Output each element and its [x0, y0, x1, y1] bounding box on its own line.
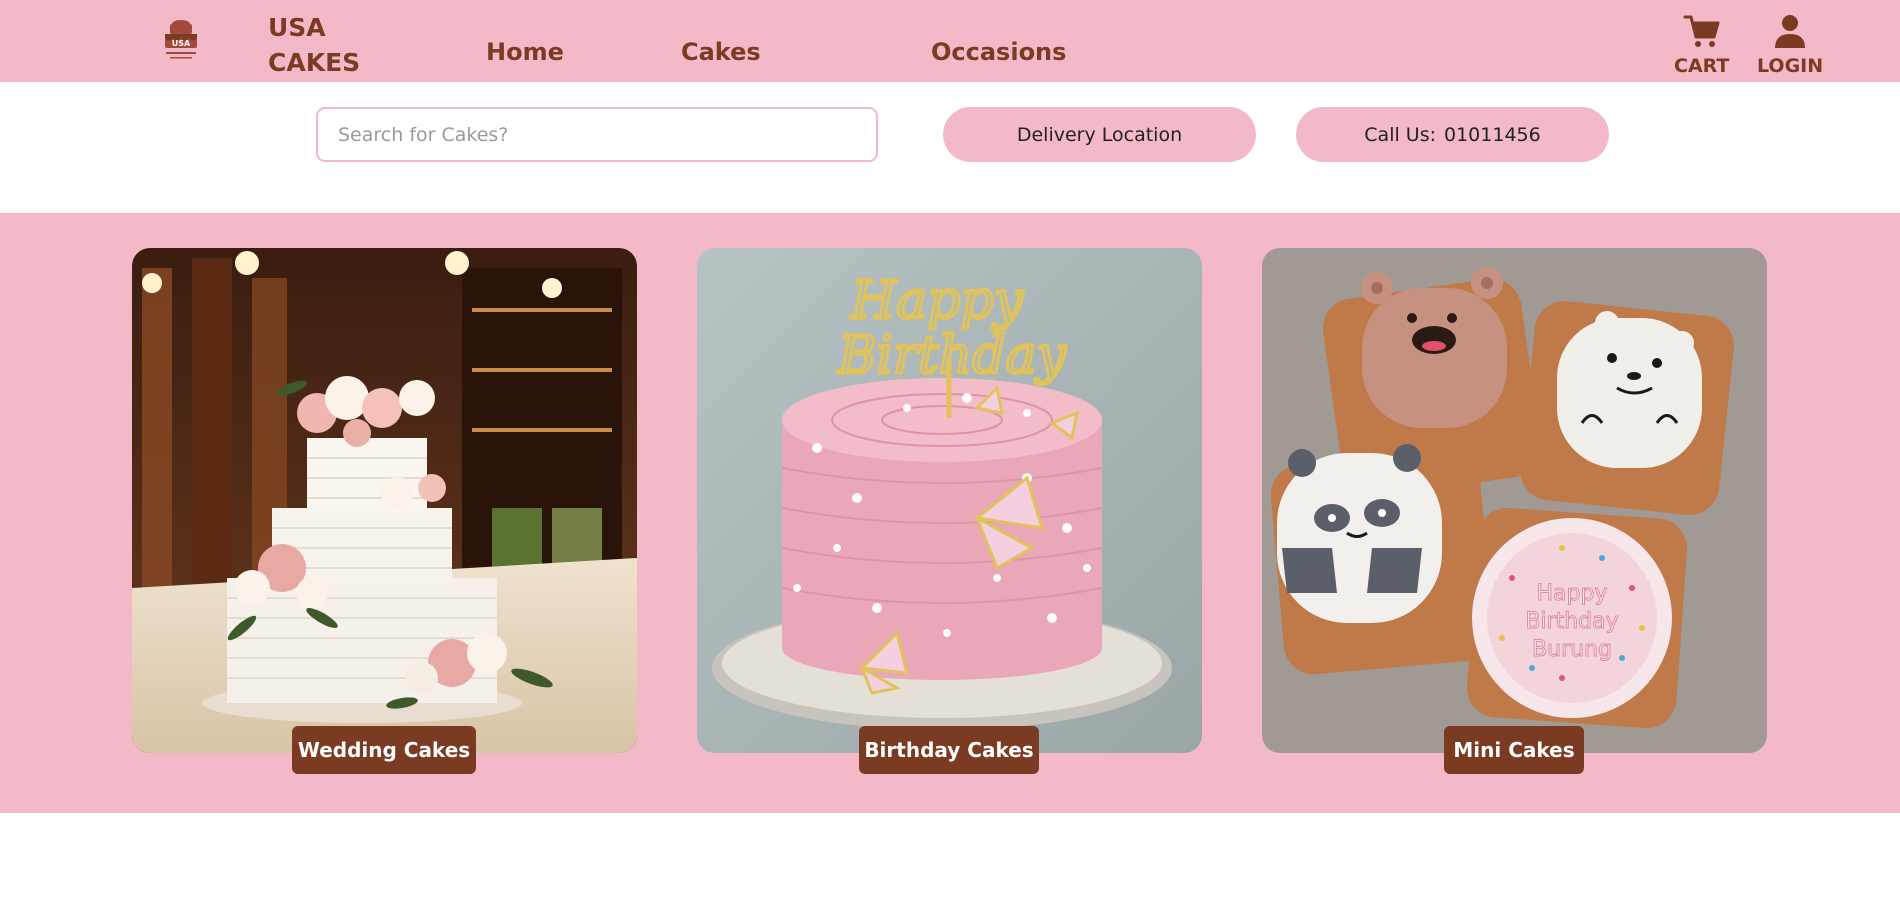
- wedding-cake-image: [132, 248, 637, 753]
- brand-name[interactable]: USA CAKES: [268, 10, 378, 80]
- mini-cakes-card[interactable]: Happy Birthday Burung: [1262, 248, 1767, 753]
- call-us-label: Call Us:: [1364, 123, 1436, 146]
- cart-button[interactable]: CART: [1674, 12, 1729, 77]
- logo-text: USA: [172, 39, 191, 48]
- cart-label: CART: [1674, 55, 1730, 77]
- logo-cake-icon: USA: [165, 20, 197, 59]
- navbar: USA USA CAKES Home Cakes Occasions CART …: [0, 0, 1900, 82]
- call-us-number: 01011456: [1444, 123, 1541, 146]
- category-banner: Wedding Cakes Happy Birthday Birthday Ca…: [0, 213, 1900, 813]
- nav-occasions-link[interactable]: Occasions: [931, 36, 1066, 68]
- login-label: LOGIN: [1757, 55, 1824, 77]
- login-button[interactable]: LOGIN: [1757, 12, 1823, 77]
- birthday-cakes-card[interactable]: Happy Birthday: [697, 248, 1202, 753]
- wedding-cakes-card[interactable]: [132, 248, 637, 753]
- svg-text:Birthday: Birthday: [837, 326, 1066, 386]
- delivery-location-label: Delivery Location: [1016, 123, 1183, 146]
- brand-line-1: USA: [268, 13, 326, 42]
- call-us-button[interactable]: Call Us: 01011456: [1296, 107, 1609, 162]
- svg-text:Happy: Happy: [1537, 581, 1608, 606]
- svg-text:Birthday: Birthday: [1525, 609, 1618, 634]
- birthday-cakes-label[interactable]: Birthday Cakes: [859, 726, 1039, 774]
- delivery-location-button[interactable]: Delivery Location: [943, 107, 1256, 162]
- logo[interactable]: USA: [156, 16, 206, 66]
- nav-home-link[interactable]: Home: [486, 36, 564, 68]
- brand-line-2: CAKES: [268, 48, 361, 77]
- svg-text:Burung: Burung: [1532, 637, 1612, 662]
- nav-cakes-link[interactable]: Cakes: [681, 36, 761, 68]
- user-icon: [1775, 15, 1806, 48]
- search-input[interactable]: [316, 107, 878, 162]
- birthday-cake-image: Happy Birthday: [697, 248, 1202, 753]
- mini-cakes-image: Happy Birthday Burung: [1262, 248, 1767, 753]
- wedding-cakes-label[interactable]: Wedding Cakes: [292, 726, 476, 774]
- mini-cakes-label[interactable]: Mini Cakes: [1444, 726, 1584, 774]
- cart-icon: [1683, 15, 1720, 47]
- svg-text:Happy: Happy: [850, 271, 1024, 331]
